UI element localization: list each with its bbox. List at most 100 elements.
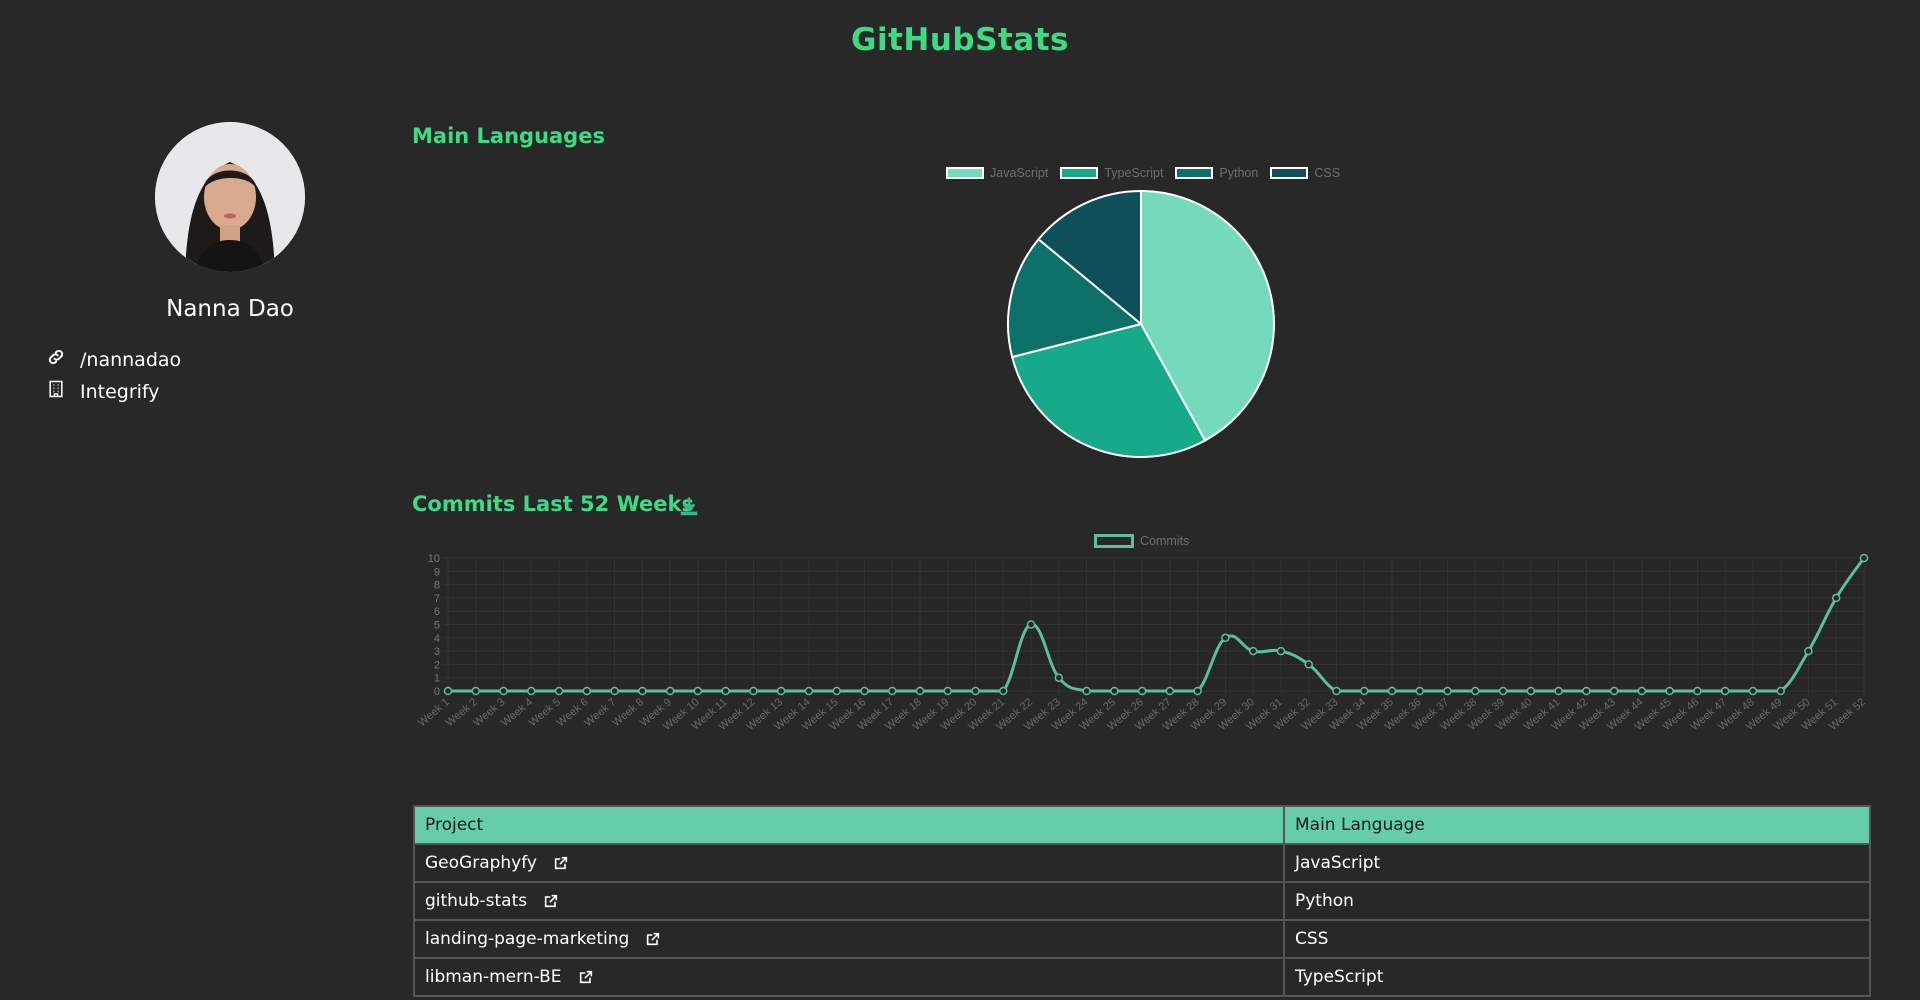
commits-section-title: Commits Last 52 Weeks xyxy=(412,492,694,516)
y-tick-label: 1 xyxy=(434,673,440,685)
data-point[interactable] xyxy=(443,686,453,696)
data-point[interactable] xyxy=(860,686,869,696)
project-name: github-stats xyxy=(425,891,528,911)
data-point[interactable] xyxy=(887,686,897,696)
data-point[interactable] xyxy=(1193,686,1202,696)
data-point[interactable] xyxy=(1693,686,1702,696)
profile-link[interactable]: /nannadao xyxy=(80,349,181,371)
data-point[interactable] xyxy=(610,686,619,696)
data-point[interactable] xyxy=(1748,686,1758,696)
y-tick-label: 6 xyxy=(434,606,440,618)
data-point[interactable] xyxy=(1248,646,1258,656)
header-main-language[interactable]: Main Language xyxy=(1283,805,1871,845)
data-point[interactable] xyxy=(776,686,786,696)
data-point[interactable] xyxy=(1471,686,1480,696)
data-point[interactable] xyxy=(1554,686,1563,696)
data-point[interactable] xyxy=(582,686,592,696)
external-link-icon[interactable] xyxy=(553,855,569,871)
y-tick-label: 2 xyxy=(434,659,440,671)
data-point[interactable] xyxy=(1387,686,1397,696)
data-point[interactable] xyxy=(804,686,814,696)
y-tick-label: 10 xyxy=(428,553,440,565)
external-link-icon[interactable] xyxy=(578,969,594,985)
data-point[interactable] xyxy=(1137,686,1147,696)
data-point[interactable] xyxy=(1276,646,1286,656)
data-point[interactable] xyxy=(1443,686,1452,696)
data-point[interactable] xyxy=(1582,686,1591,696)
data-point[interactable] xyxy=(1720,686,1730,696)
languages-chart: JavaScript TypeScript Python CSS xyxy=(940,160,1400,470)
data-point[interactable] xyxy=(554,686,564,696)
project-language: Python xyxy=(1283,881,1871,921)
app-title: GitHubStats xyxy=(851,22,1069,58)
user-name: Nanna Dao xyxy=(166,296,294,322)
y-tick-label: 0 xyxy=(434,686,440,698)
project-name: GeoGraphyfy xyxy=(425,853,537,873)
data-point[interactable] xyxy=(915,686,925,696)
data-point[interactable] xyxy=(1026,620,1036,629)
project-name: landing-page-marketing xyxy=(425,929,630,949)
profile-link-row[interactable]: /nannadao xyxy=(46,347,181,372)
data-point[interactable] xyxy=(1359,686,1369,696)
y-tick-label: 3 xyxy=(434,646,440,658)
external-link-icon[interactable] xyxy=(543,893,559,909)
external-link-icon[interactable] xyxy=(645,931,661,947)
link-icon xyxy=(46,347,66,372)
y-tick-label: 4 xyxy=(434,633,440,645)
line-chart: 012345678910Week 1Week 2Week 3Week 4Week… xyxy=(416,553,1869,733)
data-point[interactable] xyxy=(1609,686,1619,696)
data-point[interactable] xyxy=(1804,646,1813,656)
building-icon xyxy=(46,379,66,404)
profile-panel: Nanna Dao /nannadao Integrify xyxy=(0,120,460,420)
data-point[interactable] xyxy=(1665,686,1674,696)
header-project[interactable]: Project xyxy=(413,805,1285,845)
data-point[interactable] xyxy=(749,686,758,696)
data-point[interactable] xyxy=(721,686,730,696)
data-point[interactable] xyxy=(999,686,1008,696)
project-name: libman-mern-BE xyxy=(425,967,562,987)
table-row: github-stats Python xyxy=(413,881,1871,921)
data-point[interactable] xyxy=(1415,686,1425,696)
data-point[interactable] xyxy=(943,686,953,696)
data-point[interactable] xyxy=(665,686,675,696)
data-point[interactable] xyxy=(1304,660,1313,669)
data-point[interactable] xyxy=(1776,686,1785,696)
y-tick-label: 8 xyxy=(434,580,440,592)
y-tick-label: 5 xyxy=(434,620,440,632)
data-point[interactable] xyxy=(1165,686,1175,696)
company-row: Integrify xyxy=(46,379,160,404)
projects-table: Project Main Language GeoGraphyfy JavaSc… xyxy=(413,805,1871,997)
data-point[interactable] xyxy=(1332,686,1341,696)
data-point[interactable] xyxy=(1082,686,1091,696)
data-point[interactable] xyxy=(499,686,508,696)
data-point[interactable] xyxy=(527,686,536,696)
data-point[interactable] xyxy=(693,686,703,696)
table-row: landing-page-marketing CSS xyxy=(413,919,1871,959)
commits-chart: Commits 0 1 2 3 4 5 6 7 8 9 10 Week 1 Week 2 Week 3 We… xyxy=(412,530,1872,740)
company-name: Integrify xyxy=(80,380,160,403)
project-language: CSS xyxy=(1283,919,1871,959)
data-point[interactable] xyxy=(638,686,647,696)
data-point[interactable] xyxy=(471,686,481,696)
avatar xyxy=(155,122,305,272)
project-language: JavaScript xyxy=(1283,843,1871,883)
data-point[interactable] xyxy=(1498,686,1508,696)
data-point[interactable] xyxy=(1831,593,1841,603)
table-row: GeoGraphyfy JavaScript xyxy=(413,843,1871,883)
table-header-row: Project Main Language xyxy=(413,805,1871,845)
data-point[interactable] xyxy=(1526,686,1536,696)
table-row: libman-mern-BE TypeScript xyxy=(413,957,1871,997)
project-language: TypeScript xyxy=(1283,957,1871,997)
data-point[interactable] xyxy=(971,686,980,696)
data-point[interactable] xyxy=(1054,673,1064,682)
download-icon[interactable] xyxy=(678,496,700,518)
y-tick-label: 7 xyxy=(434,593,440,605)
data-point[interactable] xyxy=(1637,686,1647,696)
data-point[interactable] xyxy=(832,686,841,696)
pie-chart xyxy=(1007,189,1275,458)
languages-section-title: Main Languages xyxy=(412,124,605,148)
data-point[interactable] xyxy=(1221,633,1230,643)
data-point[interactable] xyxy=(1859,553,1869,563)
y-tick-label: 9 xyxy=(434,566,440,578)
data-point[interactable] xyxy=(1110,686,1119,696)
